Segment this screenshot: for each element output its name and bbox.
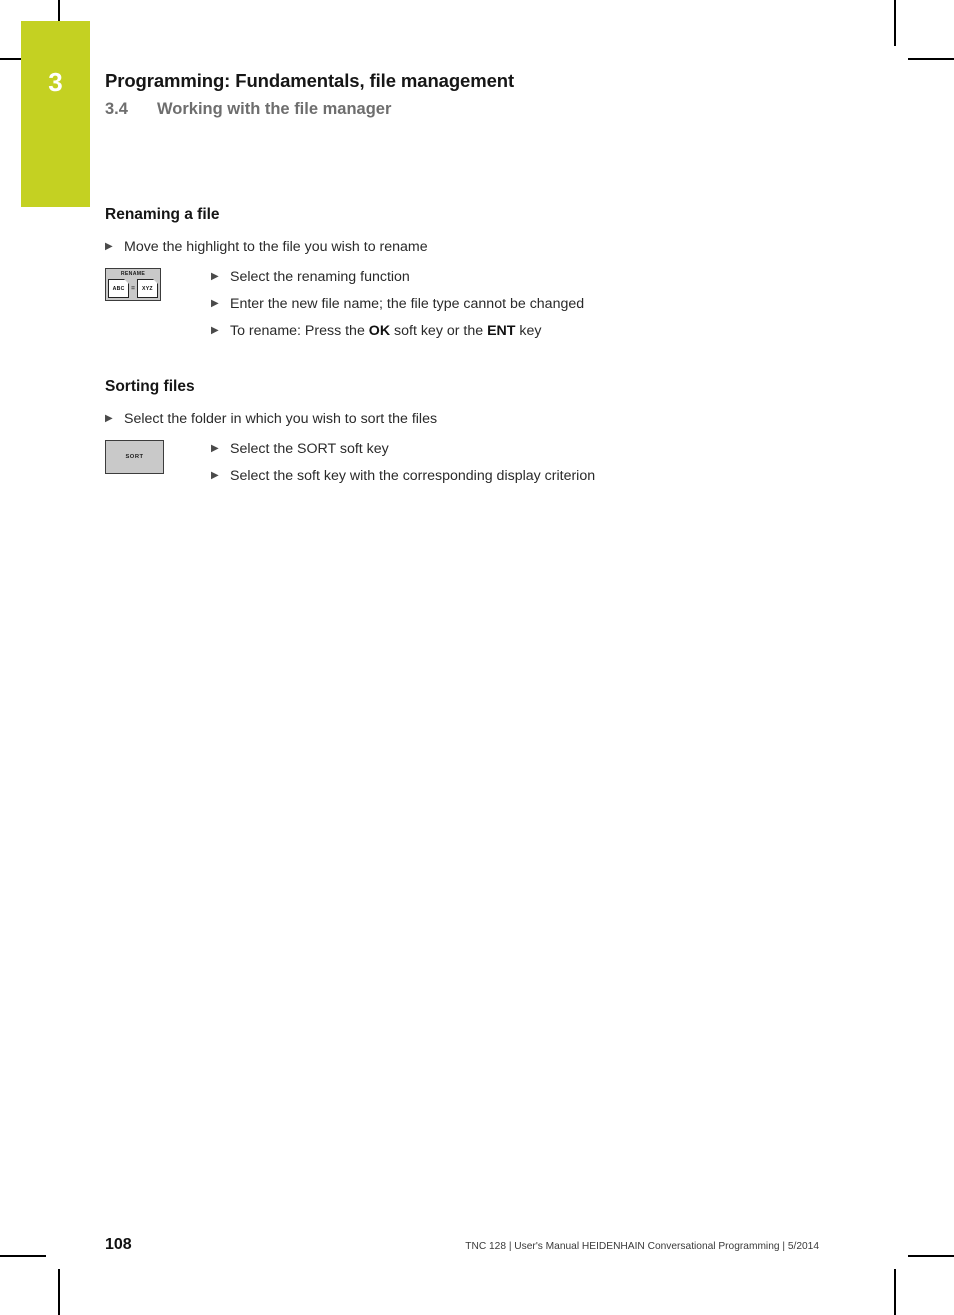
sort-step-group: SORT ▶ Select the SORT soft key ▶ Select… <box>105 438 805 486</box>
section-sorting-files: Sorting files ▶ Select the folder in whi… <box>105 377 805 486</box>
lead-step: ▶ Move the highlight to the file you wis… <box>105 237 805 257</box>
bullet-triangle-icon: ▶ <box>211 325 219 337</box>
crop-mark-top-right-horizontal <box>908 58 954 60</box>
bullet-triangle-icon: ▶ <box>211 470 219 482</box>
footer-reference: TNC 128 | User's Manual HEIDENHAIN Conve… <box>465 1241 819 1252</box>
bullet-triangle-icon: ▶ <box>105 413 113 425</box>
rename-step-group: RENAME ABC = XYZ ▶ Select the renaming f… <box>105 266 805 341</box>
substep-text: Enter the new file name; the file type c… <box>230 296 585 313</box>
bullet-triangle-icon: ▶ <box>211 271 219 283</box>
bullet-triangle-icon: ▶ <box>211 443 219 455</box>
crop-mark-bottom-right-vertical <box>894 1269 896 1315</box>
bullet-triangle-icon: ▶ <box>105 241 113 253</box>
bullet-triangle-icon: ▶ <box>211 298 219 310</box>
sort-softkey-column: SORT <box>105 438 211 475</box>
substep: ▶ Select the SORT soft key <box>211 439 805 459</box>
section-renaming-a-file: Renaming a file ▶ Move the highlight to … <box>105 205 805 341</box>
rename-softkey-caption: RENAME <box>120 271 146 278</box>
rename-substeps: ▶ Select the renaming function ▶ Enter t… <box>211 266 805 341</box>
crop-mark-bottom-left-horizontal <box>0 1255 46 1257</box>
substep-text: Select the renaming function <box>230 269 410 286</box>
crop-mark-bottom-right-horizontal <box>908 1255 954 1257</box>
lead-step-text: Select the folder in which you wish to s… <box>124 411 438 428</box>
substep: ▶ Select the renaming function <box>211 267 805 287</box>
section-heading: Sorting files <box>105 378 195 396</box>
document-xyz-label: XYZ <box>142 286 153 293</box>
rename-softkey-graphic: ABC = XYZ <box>108 279 158 299</box>
substep: ▶ Enter the new file name; the file type… <box>211 294 805 314</box>
lead-step-text: Move the highlight to the file you wish … <box>124 239 428 256</box>
sort-substeps: ▶ Select the SORT soft key ▶ Select the … <box>211 438 805 486</box>
substep-text: Select the soft key with the correspondi… <box>230 468 596 485</box>
substep: ▶ Select the soft key with the correspon… <box>211 466 805 486</box>
running-head: Programming: Fundamentals, file manageme… <box>105 70 805 120</box>
document-abc-label: ABC <box>112 286 125 293</box>
substep-text: To rename: Press the OK soft key or the … <box>230 323 542 340</box>
document-abc-icon: ABC <box>108 279 130 299</box>
sort-softkey-caption: SORT <box>125 454 144 461</box>
section-title: Working with the file manager <box>157 100 392 119</box>
lead-step: ▶ Select the folder in which you wish to… <box>105 409 805 429</box>
substep: ▶ To rename: Press the OK soft key or th… <box>211 321 805 341</box>
sort-softkey[interactable]: SORT <box>105 440 164 475</box>
section-heading: Renaming a file <box>105 206 220 223</box>
page-number: 108 <box>105 1236 132 1253</box>
chapter-title: Programming: Fundamentals, file manageme… <box>105 70 515 91</box>
equals-sign: = <box>131 285 135 293</box>
rename-softkey[interactable]: RENAME ABC = XYZ <box>105 268 161 302</box>
page-content: Renaming a file ▶ Move the highlight to … <box>105 205 805 486</box>
rename-softkey-column: RENAME ABC = XYZ <box>105 266 211 302</box>
chapter-tab: 3 <box>21 21 90 207</box>
crop-mark-top-right-vertical <box>894 0 896 46</box>
crop-mark-bottom-left-vertical <box>58 1269 60 1315</box>
document-xyz-icon: XYZ <box>136 279 158 299</box>
substep-text: Select the SORT soft key <box>230 441 389 458</box>
section-breadcrumb: 3.4 Working with the file manager <box>105 100 805 120</box>
chapter-number: 3 <box>48 67 63 97</box>
section-number: 3.4 <box>105 100 128 119</box>
